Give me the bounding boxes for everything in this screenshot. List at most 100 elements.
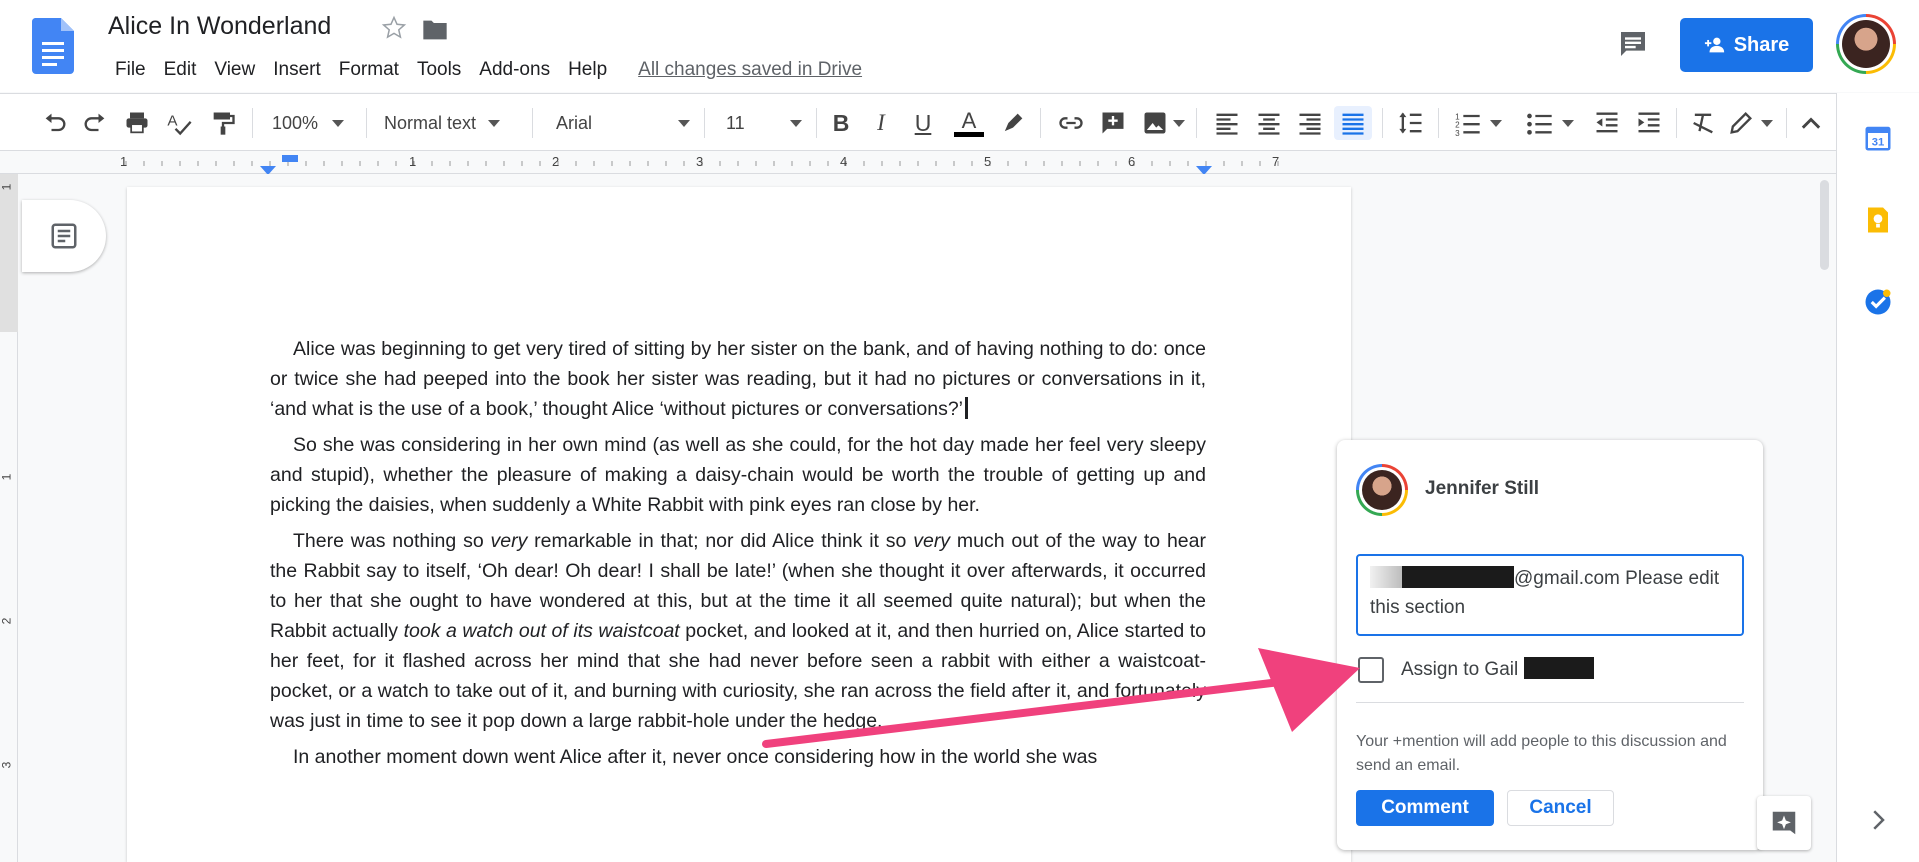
save-status-link[interactable]: All changes saved in Drive — [638, 57, 862, 83]
comment-input[interactable]: @gmail.com Please edit this section — [1356, 554, 1744, 636]
ruler-margin — [0, 174, 18, 332]
paint-format-icon[interactable] — [206, 106, 240, 140]
paragraph-text: remarkable in that; nor did Alice think … — [527, 530, 914, 552]
bulleted-list-icon[interactable] — [1522, 106, 1578, 140]
folder-icon[interactable] — [421, 18, 449, 42]
menu-help[interactable]: Help — [559, 57, 616, 83]
tasks-icon[interactable] — [1863, 287, 1893, 317]
keep-icon[interactable] — [1863, 205, 1893, 235]
svg-text:A: A — [167, 112, 178, 129]
menu-view[interactable]: View — [205, 57, 264, 83]
menu-format[interactable]: Format — [330, 57, 408, 83]
ruler-label: 1 — [120, 154, 128, 169]
font-size-select[interactable]: 11 — [726, 106, 802, 140]
toolbar-divider — [1438, 108, 1439, 138]
editing-mode-icon[interactable] — [1722, 106, 1778, 140]
avatar-photo — [1362, 470, 1402, 510]
redacted-text — [1370, 566, 1402, 588]
chevron-right-icon[interactable] — [1863, 805, 1893, 835]
comment-button[interactable]: Comment — [1356, 790, 1494, 826]
justify-icon[interactable] — [1334, 106, 1372, 140]
docs-logo-icon[interactable] — [32, 18, 74, 74]
add-comment-icon[interactable] — [1096, 106, 1130, 140]
align-left-icon[interactable] — [1210, 106, 1244, 140]
ruler-label: 1 — [409, 154, 417, 169]
text-color-icon[interactable]: A — [952, 106, 986, 140]
link-icon[interactable] — [1054, 106, 1088, 140]
paragraph-text: Alice was beginning to get very tired of… — [270, 338, 1206, 420]
menu-insert[interactable]: Insert — [264, 57, 330, 83]
chevron-down-icon — [332, 119, 345, 127]
svg-text:3: 3 — [1455, 129, 1460, 137]
clear-formatting-icon[interactable] — [1686, 106, 1720, 140]
paragraph[interactable]: So she was considering in her own mind (… — [270, 430, 1206, 520]
bold-icon[interactable]: B — [824, 106, 858, 140]
explore-button[interactable] — [1757, 796, 1811, 850]
chevron-down-icon — [790, 119, 802, 127]
document-outline-button[interactable] — [22, 200, 106, 272]
line-spacing-icon[interactable] — [1394, 106, 1428, 140]
insert-image-icon[interactable] — [1138, 106, 1188, 140]
toolbar-divider — [1676, 108, 1677, 138]
zoom-select[interactable]: 100% — [272, 106, 354, 140]
comment-author-avatar — [1356, 464, 1408, 516]
google-docs-window: Alice In Wonderland File Edit View Inser… — [0, 0, 1919, 862]
star-icon[interactable] — [380, 14, 408, 42]
ruler-label: 5 — [984, 154, 992, 169]
toolbar-divider — [704, 108, 705, 138]
menu-bar: File Edit View Insert Format Tools Add-o… — [106, 57, 862, 83]
numbered-list-icon[interactable]: 123 — [1450, 106, 1506, 140]
chevron-down-icon — [1490, 119, 1502, 127]
menu-edit[interactable]: Edit — [155, 57, 206, 83]
ruler-label: 3 — [0, 761, 14, 769]
vertical-ruler[interactable]: 1 1 2 3 — [0, 174, 18, 862]
document-title[interactable]: Alice In Wonderland — [108, 12, 331, 41]
chevron-down-icon — [1173, 119, 1185, 127]
paragraph-style-value: Normal text — [384, 112, 477, 133]
svg-text:31: 31 — [1872, 137, 1885, 149]
menu-addons[interactable]: Add-ons — [470, 57, 559, 83]
chevron-down-icon — [678, 119, 690, 127]
outline-icon — [51, 223, 77, 249]
decrease-indent-icon[interactable] — [1590, 106, 1624, 140]
chevron-down-icon — [1761, 119, 1773, 127]
account-avatar[interactable] — [1836, 14, 1896, 74]
calendar-icon[interactable]: 31 — [1863, 123, 1893, 153]
chevron-down-icon — [488, 119, 501, 127]
comment-author-name: Jennifer Still — [1425, 478, 1540, 499]
align-right-icon[interactable] — [1293, 106, 1327, 140]
italic-text: very — [913, 530, 951, 552]
assign-label[interactable]: Assign to Gail — [1401, 657, 1594, 681]
menu-file[interactable]: File — [106, 57, 155, 83]
toolbar-divider — [1196, 108, 1197, 138]
annotation-arrow — [762, 648, 1360, 748]
formatting-toolbar: A 100% Normal text Arial 11 B I U A 1 2 … — [0, 93, 1836, 151]
menu-tools[interactable]: Tools — [408, 57, 470, 83]
ruler-label: 2 — [552, 154, 560, 169]
align-center-icon[interactable] — [1252, 106, 1286, 140]
spellcheck-icon[interactable]: A — [162, 106, 196, 140]
comment-history-icon[interactable] — [1617, 28, 1649, 60]
vertical-scrollbar[interactable] — [1820, 180, 1829, 270]
redo-icon[interactable] — [78, 106, 112, 140]
paragraph-style-select[interactable]: Normal text — [384, 106, 520, 140]
comment-card: Jennifer Still @gmail.com Please edit th… — [1337, 440, 1763, 850]
ruler-label: 6 — [1128, 154, 1136, 169]
font-select[interactable]: Arial — [556, 106, 690, 140]
increase-indent-icon[interactable] — [1632, 106, 1666, 140]
comment-divider — [1356, 702, 1744, 703]
header: Alice In Wonderland File Edit View Inser… — [0, 0, 1919, 92]
italic-icon[interactable]: I — [864, 106, 898, 140]
underline-icon[interactable]: U — [906, 106, 940, 140]
toolbar-divider — [252, 108, 253, 138]
highlight-icon[interactable] — [996, 106, 1030, 140]
collapse-menus-icon[interactable] — [1794, 106, 1828, 140]
print-icon[interactable] — [120, 106, 154, 140]
side-panel: 31 — [1836, 93, 1919, 862]
share-button[interactable]: Share — [1680, 18, 1813, 72]
chevron-down-icon — [1562, 119, 1574, 127]
cancel-button[interactable]: Cancel — [1507, 790, 1614, 826]
undo-icon[interactable] — [38, 106, 72, 140]
paragraph[interactable]: Alice was beginning to get very tired of… — [270, 334, 1206, 424]
horizontal-ruler[interactable]: 1 1 2 3 4 5 6 7 — [0, 152, 1836, 174]
